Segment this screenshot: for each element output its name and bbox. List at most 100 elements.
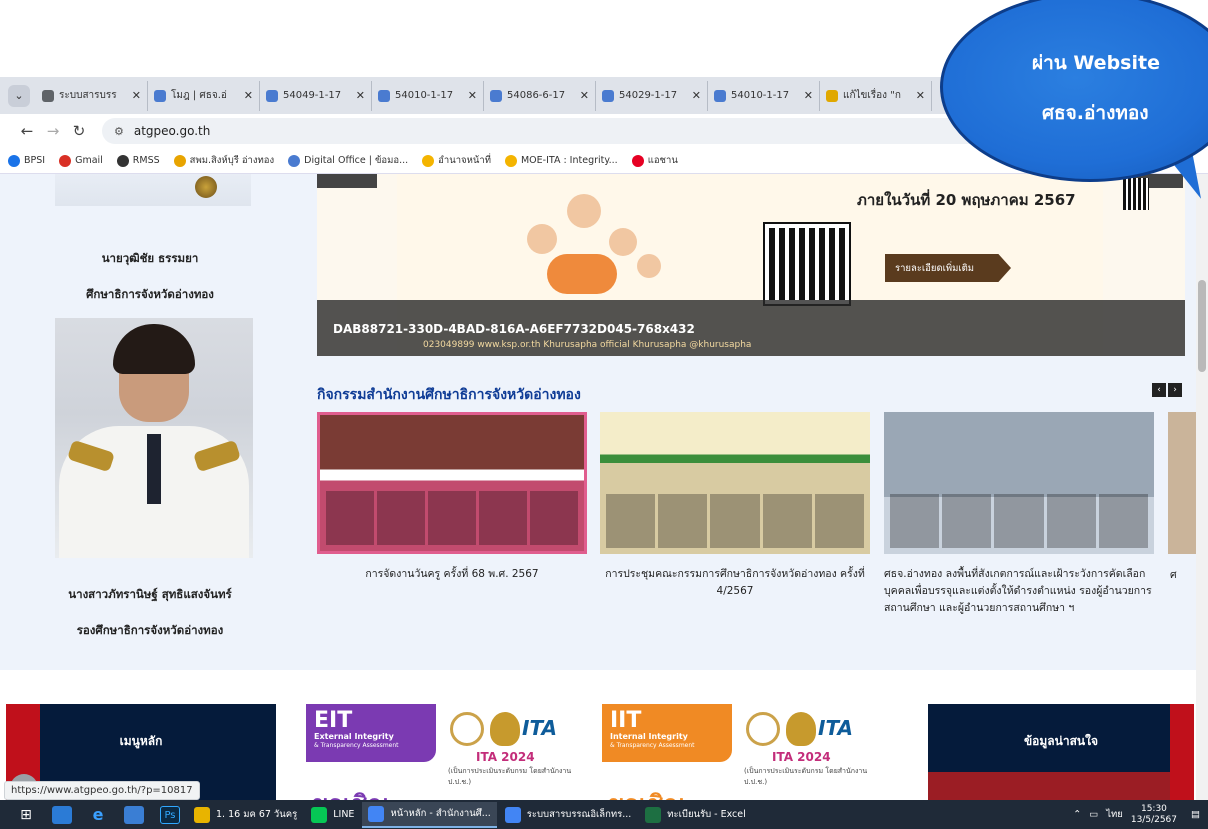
eit-badge: EIT External Integrity & Transparency As… bbox=[306, 704, 436, 762]
itax-logo: ITA bbox=[818, 716, 854, 740]
tray-chevron-icon[interactable]: ⌃ bbox=[1073, 809, 1081, 820]
browser-tab[interactable]: 54010-1-17 ✕ bbox=[372, 80, 484, 111]
hero-slider[interactable]: ภายในวันที่ 20 พฤษภาคม 2567 รายละเอียดเพ… bbox=[317, 174, 1185, 356]
address-bar[interactable]: ⚙ atgpeo.go.th bbox=[102, 118, 1032, 144]
detail-button[interactable]: รายละเอียดเพิ่มเติม bbox=[885, 254, 1011, 282]
news-title[interactable]: ศธจ.อ่างทอง ลงพื้นที่สังเกตการณ์และเฝ้าร… bbox=[884, 566, 1154, 617]
taskbar-app-label: ระบบสารบรรณอิเล็กทร... bbox=[526, 809, 632, 820]
browser-tab[interactable]: 54086-6-17 ✕ bbox=[484, 80, 596, 111]
bookmark-item[interactable]: สพม.สิงห์บุรี อ่างทอง bbox=[173, 153, 274, 168]
system-tray: ⌃ ▭ ไทย 15:30 13/5/2567 ▤ bbox=[1073, 800, 1208, 829]
browser-tab[interactable]: ระบบสารบรร ✕ bbox=[36, 80, 148, 111]
page-scrollbar[interactable] bbox=[1196, 174, 1208, 800]
iit-badge: IIT Internal Integrity & Transparency As… bbox=[602, 704, 732, 762]
news-thumbnail[interactable] bbox=[884, 412, 1154, 554]
small-qr-code bbox=[1123, 178, 1149, 210]
reload-icon[interactable]: ↻ bbox=[66, 122, 92, 140]
clock-time: 15:30 bbox=[1140, 803, 1167, 814]
tab-close-icon[interactable]: ✕ bbox=[692, 89, 701, 102]
bookmark-label: MOE-ITA : Integrity... bbox=[520, 155, 618, 166]
browser-tab[interactable]: โมฎ | ศธจ.อ่ ✕ bbox=[148, 80, 260, 111]
info-image[interactable] bbox=[928, 772, 1170, 800]
activities-next-button[interactable]: › bbox=[1168, 383, 1182, 397]
browser-tab[interactable]: 54049-1-17 ✕ bbox=[260, 80, 372, 111]
tab-close-icon[interactable]: ✕ bbox=[132, 89, 141, 102]
eit-banner[interactable]: EIT External Integrity & Transparency As… bbox=[306, 704, 588, 800]
news-card[interactable]: การจัดงานวันครู ครั้งที่ 68 พ.ศ. 2567 bbox=[317, 412, 587, 583]
news-thumbnail[interactable] bbox=[317, 412, 587, 554]
windows-start-icon[interactable]: ⊞ bbox=[16, 806, 36, 824]
iit-banner[interactable]: IIT Internal Integrity & Transparency As… bbox=[602, 704, 884, 800]
taskbar-app-item[interactable]: หน้าหลัก - สำนักงานศึ... bbox=[362, 801, 497, 828]
mail-icon[interactable] bbox=[124, 805, 144, 824]
tray-language[interactable]: ไทย bbox=[1106, 807, 1123, 822]
tab-close-icon[interactable]: ✕ bbox=[356, 89, 365, 102]
bookmark-item[interactable]: MOE-ITA : Integrity... bbox=[504, 154, 618, 167]
tray-network-icon[interactable]: ▭ bbox=[1089, 809, 1098, 820]
tab-close-icon[interactable]: ✕ bbox=[244, 89, 253, 102]
scrollbar-thumb[interactable] bbox=[1198, 280, 1206, 372]
tab-close-icon[interactable]: ✕ bbox=[468, 89, 477, 102]
tab-close-icon[interactable]: ✕ bbox=[804, 89, 813, 102]
tab-label: 54086-6-17 bbox=[507, 90, 566, 101]
ita-year: ITA 2024 bbox=[772, 750, 831, 764]
info-box: ข้อมูลน่าสนใจ bbox=[928, 704, 1194, 800]
bookmark-item[interactable]: Gmail bbox=[59, 154, 103, 167]
clock-date: 13/5/2567 bbox=[1130, 814, 1178, 825]
news-thumbnail[interactable] bbox=[600, 412, 870, 554]
bookmark-item[interactable]: RMSS bbox=[116, 154, 160, 167]
tab-favicon-icon bbox=[266, 89, 278, 102]
bookmark-item[interactable]: แอชาน bbox=[631, 153, 678, 168]
taskbar-app-item[interactable]: ระบบสารบรรณอิเล็กทร... bbox=[499, 802, 638, 828]
taskbar-app-icon bbox=[311, 806, 328, 823]
forward-icon[interactable]: → bbox=[40, 122, 66, 140]
ministry-seal-icon bbox=[450, 712, 484, 746]
tab-favicon-icon bbox=[602, 89, 614, 102]
photoshop-icon[interactable]: Ps bbox=[160, 805, 180, 824]
news-title-partial[interactable]: ศ bbox=[1170, 566, 1177, 583]
bookmark-item[interactable]: BPSI bbox=[8, 154, 45, 167]
ita-note: (เป็นการประเมินระดับกรม โดยสำนักงาน ป.ป.… bbox=[744, 767, 868, 786]
store-icon[interactable] bbox=[52, 805, 72, 824]
nacc-seal-icon bbox=[786, 712, 816, 746]
bookmark-item[interactable]: อำนาจหน้าที่ bbox=[422, 153, 491, 168]
news-card[interactable]: ศธจ.อ่างทอง ลงพื้นที่สังเกตการณ์และเฝ้าร… bbox=[884, 412, 1154, 617]
tab-favicon-icon bbox=[714, 89, 726, 102]
bookmark-label: Gmail bbox=[75, 155, 103, 166]
tab-close-icon[interactable]: ✕ bbox=[580, 89, 589, 102]
bookmark-item[interactable]: Digital Office | ข้อมอ... bbox=[288, 153, 408, 168]
bookmark-label: แอชาน bbox=[647, 155, 678, 166]
taskbar-app-item[interactable]: ทะเบียนรับ - Excel bbox=[639, 802, 751, 828]
bubble-line-2: ศธจ.อ่างทอง bbox=[1042, 102, 1149, 124]
bookmark-favicon-icon bbox=[422, 154, 435, 167]
site-info-icon[interactable]: ⚙ bbox=[114, 125, 124, 138]
back-icon[interactable]: ← bbox=[14, 122, 40, 140]
slider-prev-button[interactable] bbox=[317, 174, 377, 188]
tab-label: 54010-1-17 bbox=[395, 90, 454, 101]
browser-tab[interactable]: แก้ไขเรื่อง "ก ✕ bbox=[820, 80, 932, 111]
news-title[interactable]: การประชุมคณะกรรมการศึกษาธิการจังหวัดอ่าง… bbox=[600, 566, 870, 600]
taskbar-app-item[interactable]: LINE bbox=[305, 802, 360, 828]
notification-icon[interactable]: ▤ bbox=[1191, 809, 1200, 820]
taskbar-app-label: LINE bbox=[333, 809, 355, 820]
news-card[interactable]: การประชุมคณะกรรมการศึกษาธิการจังหวัดอ่าง… bbox=[600, 412, 870, 600]
news-thumbnail-partial[interactable] bbox=[1168, 412, 1196, 554]
slide-contact-text: 023049899 www.ksp.or.th Khurusapha offic… bbox=[423, 340, 752, 350]
bookmark-label: RMSS bbox=[132, 155, 160, 166]
link-status-bar: https://www.atgpeo.go.th/?p=10817 bbox=[4, 781, 200, 800]
bookmark-favicon-icon bbox=[59, 154, 72, 167]
taskbar-app-item[interactable]: 1. 16 มค 67 วันครู bbox=[188, 802, 303, 828]
tab-search-dropdown-icon[interactable]: ⌄ bbox=[8, 84, 30, 107]
browser-tab[interactable]: 54029-1-17 ✕ bbox=[596, 80, 708, 111]
official-2-name: นางสาวภัทรานิษฐ์ สุทธิแสงจันทร์ bbox=[68, 587, 232, 601]
tray-clock[interactable]: 15:30 13/5/2567 bbox=[1131, 804, 1177, 826]
slide-caption-text: DAB88721-330D-4BAD-816A-A6EF7732D045-768… bbox=[333, 322, 695, 336]
eit-line2: & Transparency Assessment bbox=[314, 742, 399, 749]
news-title[interactable]: การจัดงานวันครู ครั้งที่ 68 พ.ศ. 2567 bbox=[317, 566, 587, 583]
activities-prev-button[interactable]: ‹ bbox=[1152, 383, 1166, 397]
internet-explorer-icon[interactable]: e bbox=[88, 805, 108, 824]
tab-label: 54029-1-17 bbox=[619, 90, 678, 101]
tab-close-icon[interactable]: ✕ bbox=[916, 89, 925, 102]
browser-tab[interactable]: 54010-1-17 ✕ bbox=[708, 80, 820, 111]
tab-label: 54010-1-17 bbox=[731, 90, 790, 101]
